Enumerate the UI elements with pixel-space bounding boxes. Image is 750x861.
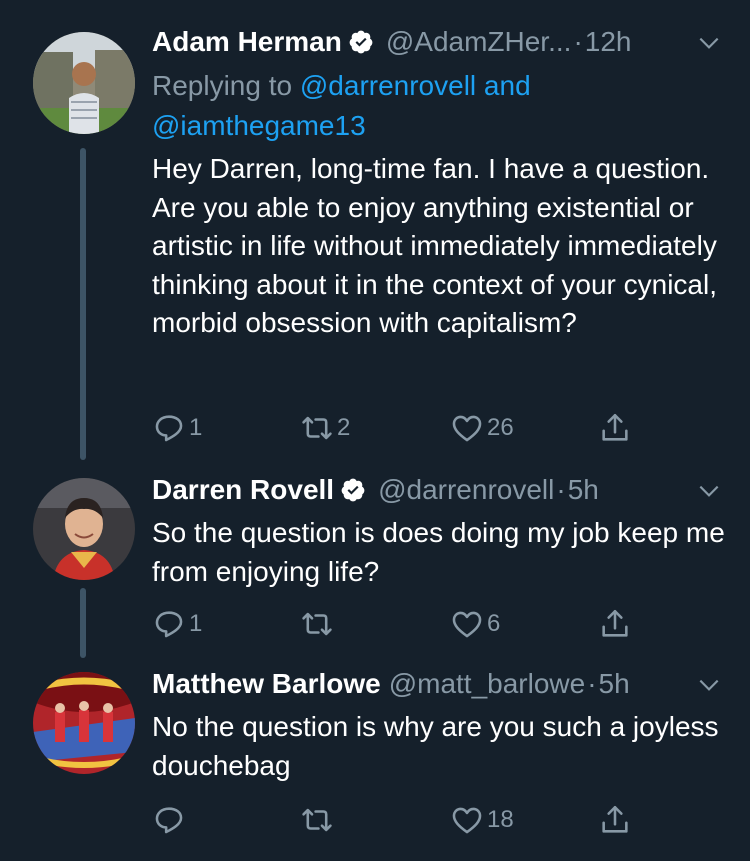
reply-icon bbox=[155, 807, 183, 834]
tweet-text: So the question is does doing my job kee… bbox=[152, 517, 725, 587]
share-icon bbox=[602, 805, 628, 833]
retweet-button[interactable] bbox=[300, 800, 337, 840]
share-button[interactable] bbox=[598, 800, 632, 840]
reply-count: 1 bbox=[189, 610, 203, 637]
reply-count: 1 bbox=[189, 414, 203, 441]
author-name[interactable]: Darren Rovell bbox=[152, 474, 334, 505]
author-handle[interactable]: @darrenrovell bbox=[378, 474, 554, 505]
chevron-down-icon[interactable] bbox=[696, 672, 722, 698]
reply-button[interactable] bbox=[152, 800, 189, 840]
avatar[interactable] bbox=[33, 32, 135, 134]
tweet-header: Darren Rovell @darrenrovell·5h bbox=[152, 474, 730, 514]
avatar[interactable] bbox=[33, 478, 135, 580]
separator-dot: · bbox=[587, 668, 597, 699]
verified-badge-icon bbox=[341, 478, 365, 502]
tweet-header: Adam Herman @AdamZHer...·12h bbox=[152, 26, 730, 66]
separator-dot: · bbox=[573, 26, 583, 57]
replying-prefix: Replying to bbox=[152, 70, 293, 101]
replying-to: Replying to @darrenrovell and @iamthegam… bbox=[152, 66, 730, 146]
reply-icon bbox=[155, 415, 183, 442]
retweet-button[interactable] bbox=[300, 604, 337, 644]
tweet-actions: 1 2 26 bbox=[152, 408, 652, 448]
heart-icon bbox=[452, 807, 482, 834]
reply-button[interactable]: 1 bbox=[152, 604, 202, 644]
author-handle[interactable]: @matt_barlowe bbox=[389, 668, 586, 699]
timestamp[interactable]: 12h bbox=[585, 26, 632, 57]
author-handle[interactable]: @AdamZHer... bbox=[386, 26, 572, 57]
timestamp[interactable]: 5h bbox=[599, 668, 630, 699]
reply-icon bbox=[155, 611, 183, 638]
heart-icon bbox=[452, 611, 482, 638]
retweet-icon bbox=[302, 808, 332, 832]
tweet-adam-herman[interactable]: Adam Herman @AdamZHer...·12h Replying to … bbox=[0, 0, 750, 470]
like-button[interactable]: 26 bbox=[450, 408, 514, 448]
share-button[interactable] bbox=[598, 604, 632, 644]
tweet-header: Matthew Barlowe @matt_barlowe·5h bbox=[152, 668, 730, 708]
separator-dot: · bbox=[556, 474, 566, 505]
chevron-down-icon[interactable] bbox=[696, 478, 722, 504]
retweet-icon bbox=[302, 416, 332, 440]
like-count: 6 bbox=[487, 610, 501, 637]
like-button[interactable]: 6 bbox=[450, 604, 500, 644]
verified-badge-icon bbox=[349, 30, 373, 54]
chevron-down-icon[interactable] bbox=[696, 30, 722, 56]
tweet-actions: 1 6 bbox=[152, 604, 652, 644]
share-button[interactable] bbox=[598, 408, 632, 448]
author-name[interactable]: Matthew Barlowe bbox=[152, 668, 381, 699]
heart-icon bbox=[452, 415, 482, 442]
retweet-button[interactable]: 2 bbox=[300, 408, 350, 448]
reply-button[interactable]: 1 bbox=[152, 408, 202, 448]
tweet-text: No the question is why are you such a jo… bbox=[152, 711, 719, 781]
tweet-text: Hey Darren, long-time fan. I have a ques… bbox=[152, 153, 717, 339]
share-icon bbox=[602, 413, 628, 441]
like-count: 26 bbox=[487, 414, 514, 441]
avatar[interactable] bbox=[33, 672, 135, 774]
like-button[interactable]: 18 bbox=[450, 800, 514, 840]
timestamp[interactable]: 5h bbox=[568, 474, 599, 505]
author-name[interactable]: Adam Herman bbox=[152, 26, 342, 57]
retweet-count: 2 bbox=[337, 414, 351, 441]
share-icon bbox=[602, 609, 628, 637]
retweet-icon bbox=[302, 612, 332, 636]
like-count: 18 bbox=[487, 806, 514, 833]
tweet-actions: 18 bbox=[152, 800, 652, 840]
